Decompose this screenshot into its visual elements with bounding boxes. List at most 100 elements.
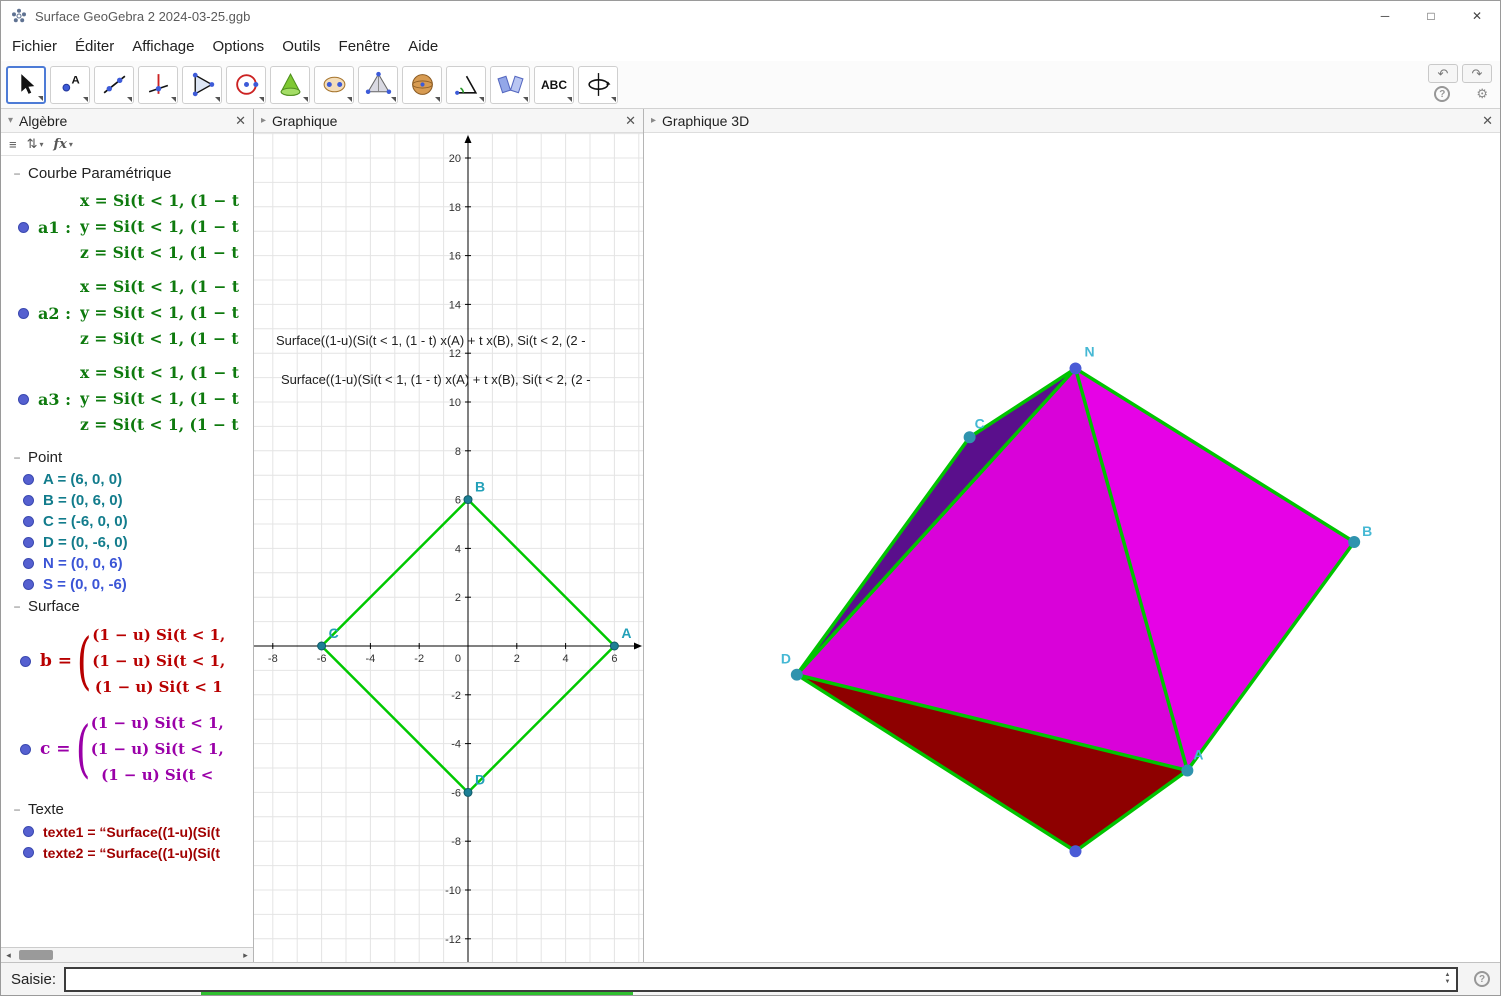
input-help-icon[interactable]: ? bbox=[1474, 971, 1490, 987]
cone-tool[interactable] bbox=[270, 65, 310, 104]
scrollbar-track[interactable] bbox=[16, 948, 238, 962]
tool-dropdown-icon[interactable] bbox=[83, 96, 88, 102]
algebra-item-a2-[interactable]: a2 :x = Si(t < 1, (1 − ty = Si(t < 1, (1… bbox=[1, 274, 253, 352]
algebra-item-c-[interactable]: c =((1 − u) Si(t < 1, (1 − u) Si(t < 1, (1… bbox=[1, 710, 253, 788]
maximize-button[interactable]: □ bbox=[1408, 1, 1454, 31]
tool-dropdown-icon[interactable] bbox=[611, 96, 616, 102]
visibility-toggle[interactable] bbox=[23, 474, 34, 485]
point-B[interactable] bbox=[463, 495, 473, 505]
algebra-item-n[interactable]: N = (0, 0, 6) bbox=[1, 553, 253, 574]
visibility-toggle[interactable] bbox=[18, 221, 29, 233]
angle-tool[interactable] bbox=[446, 65, 486, 104]
algebra-section-texte[interactable]: − Texte bbox=[1, 798, 253, 821]
tool-dropdown-icon[interactable] bbox=[435, 96, 440, 102]
visibility-toggle[interactable] bbox=[20, 655, 31, 667]
collapse-icon[interactable]: − bbox=[11, 600, 23, 614]
menu-item-editer[interactable]: Éditer bbox=[66, 33, 123, 60]
algebra-list-icon[interactable]: ≡ bbox=[9, 137, 17, 152]
panel-style-icon[interactable]: ▸ bbox=[261, 115, 266, 126]
visibility-toggle[interactable] bbox=[20, 743, 31, 755]
intersection-curve-tool[interactable] bbox=[314, 65, 354, 104]
tool-dropdown-icon[interactable] bbox=[171, 96, 176, 102]
tool-dropdown-icon[interactable] bbox=[259, 96, 264, 102]
menu-item-fichier[interactable]: Fichier bbox=[3, 33, 66, 60]
text-tool[interactable]: ABC bbox=[534, 65, 574, 104]
menu-item-options[interactable]: Options bbox=[203, 33, 273, 60]
vertex-D[interactable] bbox=[790, 668, 803, 681]
visibility-toggle[interactable] bbox=[23, 558, 34, 569]
visibility-toggle[interactable] bbox=[23, 537, 34, 548]
tool-dropdown-icon[interactable] bbox=[391, 96, 396, 102]
collapse-icon[interactable]: − bbox=[11, 803, 23, 817]
algebra-item-a3-[interactable]: a3 :x = Si(t < 1, (1 − ty = Si(t < 1, (1… bbox=[1, 360, 253, 438]
point-D[interactable] bbox=[463, 787, 473, 797]
perpendicular-line-tool[interactable] bbox=[138, 65, 178, 104]
graphics-3d-view[interactable]: N C B D A bbox=[644, 133, 1500, 962]
algebra-horizontal-scrollbar[interactable]: ◂ ▸ bbox=[1, 947, 253, 962]
visibility-toggle[interactable] bbox=[23, 847, 34, 858]
move-tool[interactable] bbox=[6, 65, 46, 104]
reflection-tool[interactable] bbox=[490, 65, 530, 104]
point-C[interactable] bbox=[317, 641, 327, 651]
help-icon[interactable]: ? bbox=[1434, 86, 1451, 102]
circle-tool[interactable] bbox=[226, 65, 266, 104]
vertex-N[interactable] bbox=[1069, 362, 1082, 375]
algebra-item-a[interactable]: A = (6, 0, 0) bbox=[1, 469, 253, 490]
algebra-section-surface[interactable]: − Surface bbox=[1, 595, 253, 618]
visibility-toggle[interactable] bbox=[23, 826, 34, 837]
close-button[interactable]: ✕ bbox=[1454, 1, 1500, 31]
redo-button[interactable]: ↷ bbox=[1462, 64, 1492, 83]
input-history-spinner-icon[interactable]: ▲ ▼ bbox=[1441, 971, 1454, 988]
point-tool[interactable]: A bbox=[50, 65, 90, 104]
algebra-item-a1-[interactable]: a1 :x = Si(t < 1, (1 − ty = Si(t < 1, (1… bbox=[1, 188, 253, 266]
visibility-toggle[interactable] bbox=[23, 495, 34, 506]
sphere-tool[interactable] bbox=[402, 65, 442, 104]
algebra-item-s[interactable]: S = (0, 0, -6) bbox=[1, 574, 253, 595]
point-A[interactable] bbox=[609, 641, 619, 651]
tool-dropdown-icon[interactable] bbox=[303, 96, 308, 102]
algebra-item-c[interactable]: C = (-6, 0, 0) bbox=[1, 511, 253, 532]
line-tool[interactable] bbox=[94, 65, 134, 104]
tool-dropdown-icon[interactable] bbox=[567, 96, 572, 102]
tool-dropdown-icon[interactable] bbox=[38, 95, 43, 101]
panel-style-icon[interactable]: ▸ bbox=[651, 115, 656, 126]
collapse-icon[interactable]: − bbox=[11, 451, 23, 465]
menu-item-aide[interactable]: Aide bbox=[399, 33, 447, 60]
menu-item-outils[interactable]: Outils bbox=[273, 33, 329, 60]
tool-dropdown-icon[interactable] bbox=[215, 96, 220, 102]
tool-dropdown-icon[interactable] bbox=[127, 96, 132, 102]
visibility-toggle[interactable] bbox=[23, 579, 34, 590]
rotate-view-tool[interactable] bbox=[578, 65, 618, 104]
pyramid-tool[interactable] bbox=[358, 65, 398, 104]
menu-item-fenetre[interactable]: Fenêtre bbox=[330, 33, 400, 60]
graphics-2d-view[interactable]: -8 -6 -4 -2 2 4 6 -12 -10 -8 -6 -4 -2 2 4 6 8 10 12 14 16 18 2… bbox=[254, 133, 643, 962]
algebra-item-texte2[interactable]: texte2 = “Surface((1-u)(Si(t bbox=[1, 842, 253, 863]
visibility-toggle[interactable] bbox=[23, 516, 34, 527]
undo-button[interactable]: ↶ bbox=[1428, 64, 1458, 83]
algebra-item-texte1[interactable]: texte1 = “Surface((1-u)(Si(t bbox=[1, 821, 253, 842]
panel-style-icon[interactable]: ▾ bbox=[8, 115, 13, 126]
algebra-item-b[interactable]: B = (0, 6, 0) bbox=[1, 490, 253, 511]
command-input[interactable] bbox=[64, 966, 1458, 992]
algebra-fx-icon[interactable]: fx ▾ bbox=[54, 137, 73, 152]
algebra-sort-icon[interactable]: ⇅ ▾ bbox=[27, 136, 44, 152]
settings-gear-icon[interactable]: ⚙ bbox=[1476, 86, 1488, 102]
algebra-item-b-[interactable]: b =((1 − u) Si(t < 1, (1 − u) Si(t < 1, (1… bbox=[1, 622, 253, 700]
algebra-close-icon[interactable]: ✕ bbox=[235, 113, 246, 129]
tool-dropdown-icon[interactable] bbox=[347, 96, 352, 102]
scroll-left-icon[interactable]: ◂ bbox=[1, 948, 16, 962]
algebra-item-d[interactable]: D = (0, -6, 0) bbox=[1, 532, 253, 553]
scrollbar-thumb[interactable] bbox=[19, 950, 53, 960]
algebra-section-point[interactable]: − Point bbox=[1, 446, 253, 469]
scroll-right-icon[interactable]: ▸ bbox=[238, 948, 253, 962]
algebra-section-courbe-parametrique[interactable]: − Courbe Paramétrique bbox=[1, 162, 253, 185]
graphics-3d-close-icon[interactable]: ✕ bbox=[1482, 113, 1493, 129]
menu-item-affichage[interactable]: Affichage bbox=[123, 33, 203, 60]
vertex-C[interactable] bbox=[963, 431, 976, 444]
visibility-toggle[interactable] bbox=[18, 393, 29, 405]
polygon-tool[interactable] bbox=[182, 65, 222, 104]
vertex-B[interactable] bbox=[1348, 536, 1361, 548]
tool-dropdown-icon[interactable] bbox=[479, 96, 484, 102]
minimize-button[interactable]: ─ bbox=[1362, 1, 1408, 31]
graphics-2d-close-icon[interactable]: ✕ bbox=[625, 113, 636, 129]
